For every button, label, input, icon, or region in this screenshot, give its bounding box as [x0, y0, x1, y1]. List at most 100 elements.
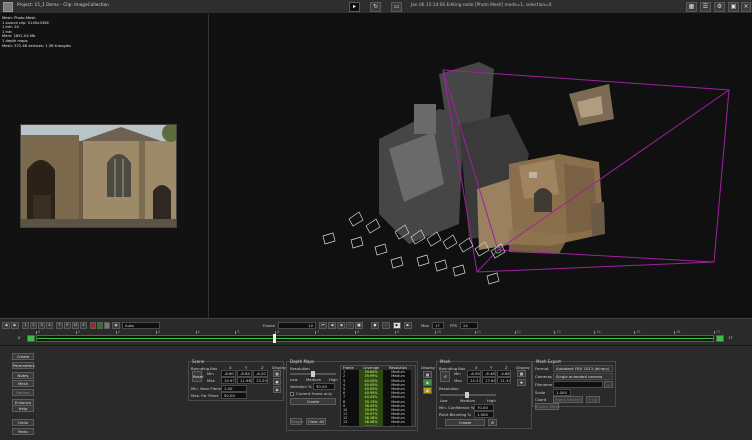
mesh-display-b[interactable]: ✸: [517, 379, 526, 386]
prev-key-button[interactable]: ◀: [328, 322, 336, 329]
coord-label: Coord: [535, 397, 546, 402]
track-b-button[interactable]: P: [64, 322, 71, 329]
close-icon[interactable]: ×: [741, 2, 751, 12]
depth-low-label: Low: [290, 377, 297, 382]
parameters-tab-button[interactable]: Parameters: [12, 362, 34, 369]
view-2-button[interactable]: 2: [30, 322, 37, 329]
end-key-icon[interactable]: [716, 335, 724, 342]
layout-button[interactable]: ▭: [391, 2, 402, 12]
track-d-button[interactable]: S: [80, 322, 87, 329]
far-plane-field[interactable]: 50.00: [221, 392, 247, 399]
scene-display-toggle-b[interactable]: ▣: [273, 378, 281, 385]
depth-resolution-slider[interactable]: [290, 373, 336, 375]
scene-max-z[interactable]: 13.20: [253, 377, 268, 384]
redo-button[interactable]: Redo: [12, 428, 34, 435]
mesh-options-button[interactable]: ⚙: [488, 419, 497, 426]
stop-button[interactable]: ■: [355, 322, 363, 329]
view-4-button[interactable]: 4: [46, 322, 53, 329]
export-mesh-button[interactable]: Export Mesh: [535, 403, 559, 410]
mesh-create-button[interactable]: Create: [445, 419, 485, 426]
coord-select[interactable]: Right-handed: [553, 396, 583, 403]
mode-select[interactable]: Auto: [122, 322, 160, 329]
format-select[interactable]: Autodesk FBX 2013 (binary): [553, 365, 613, 372]
track-a-button[interactable]: T: [56, 322, 63, 329]
help-button-visible[interactable]: Help: [12, 405, 34, 412]
playhead[interactable]: [273, 334, 276, 343]
depth-frames-table[interactable]: FrameCoverageResolution 139.84%Medium239…: [340, 365, 416, 427]
filename-field[interactable]: [553, 381, 603, 388]
variation-field[interactable]: 30.00: [313, 383, 335, 390]
mesh-display-a[interactable]: ▦: [517, 370, 526, 377]
format-label: Format: [535, 366, 548, 371]
mesh-max-x[interactable]: 14.37: [467, 377, 481, 384]
mesh-max-z[interactable]: 11.34: [497, 377, 511, 384]
frame-tick-mark: [515, 331, 516, 334]
depth-display-a[interactable]: ▦: [423, 371, 432, 378]
frame-field[interactable]: 10: [278, 322, 316, 329]
near-plane-field[interactable]: 1.00: [221, 385, 247, 392]
go-start-button[interactable]: ⏮: [319, 322, 327, 329]
track-c-button[interactable]: D: [72, 322, 79, 329]
cursor-tool-button[interactable]: ▸: [349, 2, 360, 12]
scene-min-z[interactable]: -6.20: [253, 370, 268, 377]
fps-field[interactable]: 24: [460, 322, 478, 329]
current-frame-checkbox[interactable]: [290, 392, 294, 396]
table-row[interactable]: 1440.15%Medium: [341, 425, 415, 427]
cameras-select[interactable]: Single animated camera: [553, 373, 613, 380]
list-view-icon[interactable]: ☰: [700, 2, 711, 12]
mesh-min-x[interactable]: -6.09: [467, 370, 481, 377]
color-green-swatch[interactable]: [97, 322, 103, 329]
scene-max-y[interactable]: 11.98: [237, 377, 252, 384]
retime-tab-button[interactable]: Retime: [12, 389, 34, 396]
color-grey-swatch[interactable]: [104, 322, 110, 329]
undo-button[interactable]: Undo: [12, 419, 34, 426]
play-back-button[interactable]: ◀: [2, 322, 10, 329]
grid-view-icon[interactable]: ▦: [686, 2, 697, 12]
confidence-field[interactable]: 70.00: [474, 404, 494, 411]
mesh-max-y[interactable]: 17.68: [482, 377, 496, 384]
color-red-swatch[interactable]: [90, 322, 96, 329]
start-key-icon[interactable]: [27, 335, 35, 342]
scene-reset-button[interactable]: Reset: [192, 371, 202, 382]
mesh-min-z[interactable]: -4.86: [497, 370, 511, 377]
scale-field[interactable]: 1.000: [553, 389, 571, 396]
play-button[interactable]: ▶: [11, 322, 19, 329]
depth-create-button[interactable]: Create: [290, 398, 336, 405]
mesh-min-y[interactable]: -6.48: [482, 370, 496, 377]
scene-max-x[interactable]: 19.97: [221, 377, 236, 384]
next-key-button[interactable]: ▶: [404, 322, 412, 329]
notes-tab-button[interactable]: Notes: [12, 372, 34, 379]
refresh-button[interactable]: ↻: [370, 2, 381, 12]
window-icon[interactable]: ▣: [728, 2, 739, 12]
mesh-min-label: Min: [454, 371, 461, 376]
image-viewport[interactable]: Mesh: Photo Mesh 1 source clip: 5145x345…: [0, 14, 208, 318]
view-3-button[interactable]: 3: [38, 322, 45, 329]
settings-icon[interactable]: ⚙: [714, 2, 725, 12]
play-forward-button[interactable]: ▶: [393, 322, 401, 329]
depth-export-button[interactable]: Export: [290, 418, 302, 425]
mesh-reset-button[interactable]: ↺: [440, 371, 450, 382]
scene-min-y[interactable]: -8.84: [237, 370, 252, 377]
table-scrollbar[interactable]: [411, 370, 415, 426]
mode-button[interactable]: ◉: [112, 322, 120, 329]
scene-display-toggle-c[interactable]: ◉: [273, 386, 281, 393]
max-field[interactable]: 17: [432, 322, 444, 329]
step-back-button[interactable]: ‹: [346, 322, 354, 329]
step-forward-button[interactable]: ›: [382, 322, 390, 329]
blending-field[interactable]: 1.000: [474, 411, 494, 418]
depth-display-b[interactable]: ◉: [423, 379, 432, 386]
mesh-resolution-slider[interactable]: [440, 394, 496, 396]
mesh-tab-button[interactable]: Mesh: [12, 380, 34, 387]
record-button[interactable]: ●: [371, 322, 379, 329]
depth-display-c[interactable]: ◉: [423, 387, 432, 394]
frame-track[interactable]: [36, 335, 714, 342]
scene-display-toggle-a[interactable]: ▦: [273, 370, 281, 377]
y-up-button[interactable]: Y Up: [586, 396, 600, 403]
view-1-button[interactable]: 1: [22, 322, 29, 329]
scene-3d-viewport[interactable]: [209, 14, 752, 318]
browse-button[interactable]: …: [604, 381, 613, 388]
create-tab-button[interactable]: Create: [12, 353, 34, 360]
prev-frame-button[interactable]: ◀: [337, 322, 345, 329]
clear-all-button[interactable]: Clear All: [306, 418, 326, 425]
scene-min-x[interactable]: -8.60: [221, 370, 236, 377]
